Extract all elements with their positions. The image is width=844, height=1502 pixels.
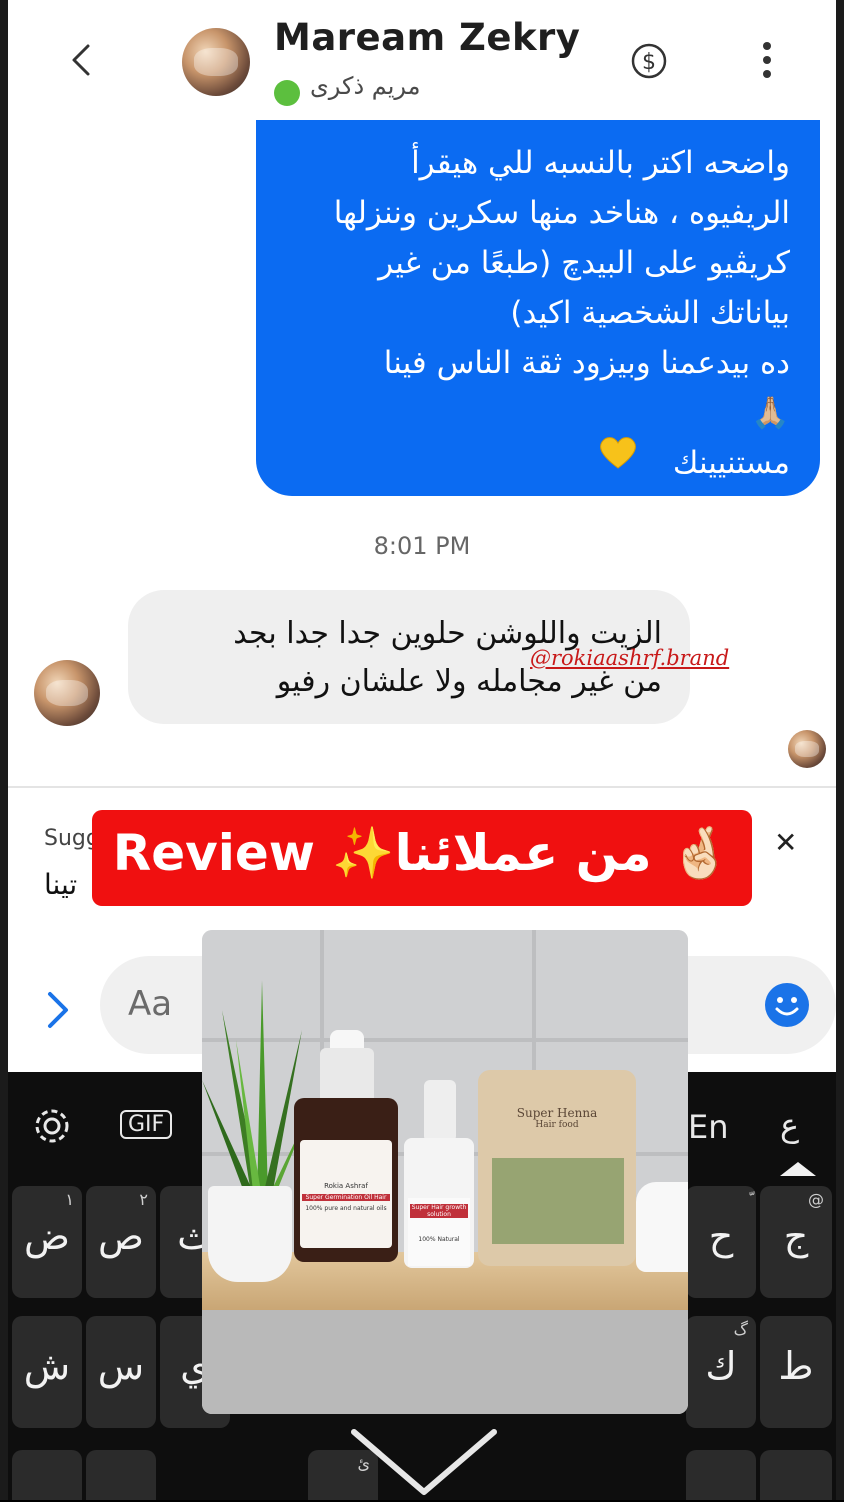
oil-bottle-label: Rokia Ashraf Super Germination Oil Hair … [300,1140,392,1248]
sender-avatar[interactable] [34,660,100,726]
message-input-placeholder: Aa [128,984,173,1024]
key[interactable] [686,1450,756,1500]
fingers-crossed-icon: 🤞🏻 [669,824,732,882]
review-banner: Review من عملائنا✨ 🤞🏻 [92,810,752,906]
key[interactable]: گك [686,1316,756,1428]
key[interactable]: @ ج [760,1186,832,1298]
key[interactable]: س [86,1316,156,1428]
sent-message-text: واضحه اكتر بالنسبه للي هيقرأ الريفيوه ، … [270,138,790,488]
banner-latin-text: Review [112,824,315,882]
message-line: بياناتك الشخصية اكيد) [510,295,790,331]
swipe-down-indicator-icon [351,1429,497,1495]
message-line: الريفيوه ، هناخد منها سكرين وننزلها [333,195,790,231]
key[interactable]: ّح [686,1186,756,1298]
gif-button[interactable]: GIF [120,1110,173,1139]
smiley-icon[interactable] [764,982,810,1028]
logo-icon [300,1148,392,1182]
alt-char-key[interactable]: ع [780,1106,799,1144]
chevron-right-icon[interactable] [42,988,72,1032]
key[interactable] [760,1450,832,1500]
contact-subname: مريم ذكرى [310,72,421,100]
vertical-ellipsis-icon[interactable] [760,42,774,82]
message-line: 🙏🏼 [751,395,790,431]
banner-arabic-text: من عملائنا✨ [332,824,652,882]
brand-watermark: @rokiaashrf.brand [530,646,730,670]
svg-text:$: $ [642,50,656,75]
key[interactable]: ١ض [12,1186,82,1298]
sent-message-bubble[interactable]: واضحه اكتر بالنسبه للي هيقرأ الريفيوه ، … [256,120,820,496]
message-line: ده بيدعمنا وبيزود ثقة الناس فينا [383,345,790,381]
messenger-chat: Maream Zekry مريم ذكرى $ واضحه اكتر بالن… [8,0,836,1072]
gear-icon[interactable] [32,1106,72,1146]
product-photo: Rokia Ashraf Super Germination Oil Hair … [202,930,688,1414]
plant-pot [208,1186,292,1282]
message-line: واضحه اكتر بالنسبه للي هيقرأ [411,145,790,181]
divider [8,786,836,788]
online-status-dot [274,80,300,106]
dollar-circle-icon[interactable]: $ [630,42,668,80]
message-line: كريڤيو على البيدچ (طبعًا من غير [378,245,790,281]
message-timestamp: 8:01 PM [373,532,471,560]
yellow-heart-icon [600,437,636,469]
language-switch[interactable]: En [688,1108,729,1146]
key[interactable] [86,1450,156,1500]
chevron-left-icon[interactable] [60,38,104,82]
screen-frame: Maream Zekry مريم ذكرى $ واضحه اكتر بالن… [0,0,844,1500]
message-line: مستنيينك [672,445,790,481]
towel [636,1182,688,1272]
key[interactable] [12,1450,82,1500]
collapse-arrow-icon[interactable] [778,1160,818,1178]
contact-avatar[interactable] [182,28,250,96]
key[interactable]: ش [12,1316,82,1428]
contact-name[interactable]: Maream Zekry [274,16,580,59]
seen-receipt-avatar [788,730,826,768]
close-icon[interactable]: ✕ [774,826,797,859]
lotion-bottle-label: Super Hair growth solution 100% Natural [408,1198,470,1266]
key[interactable]: ٢ص [86,1186,156,1298]
suggestion-text[interactable]: تينا [44,868,77,901]
key[interactable]: ط [760,1316,832,1428]
